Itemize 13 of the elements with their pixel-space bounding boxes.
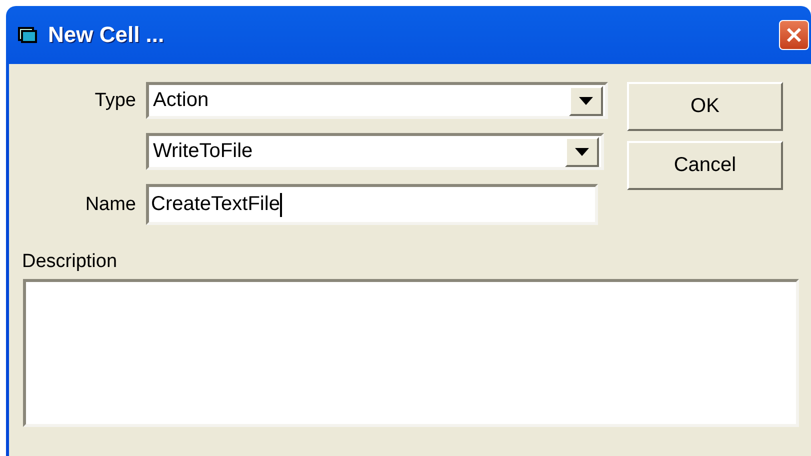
field-label: Type (94, 90, 137, 112)
window-title: New Cell ... (48, 22, 166, 48)
text-area[interactable] (23, 279, 799, 427)
dropdown[interactable]: Action (146, 82, 608, 119)
dialog-button[interactable]: OK (627, 82, 783, 131)
dialog-button[interactable]: Cancel (627, 141, 783, 190)
input-field[interactable]: CreateTextFile (146, 184, 598, 225)
window-icon (18, 26, 38, 44)
field-label: Description (22, 251, 118, 273)
field-label: Name (84, 194, 137, 216)
close-button[interactable] (779, 20, 809, 50)
close-icon (786, 27, 802, 43)
dropdown[interactable]: WriteToFile (146, 133, 604, 170)
